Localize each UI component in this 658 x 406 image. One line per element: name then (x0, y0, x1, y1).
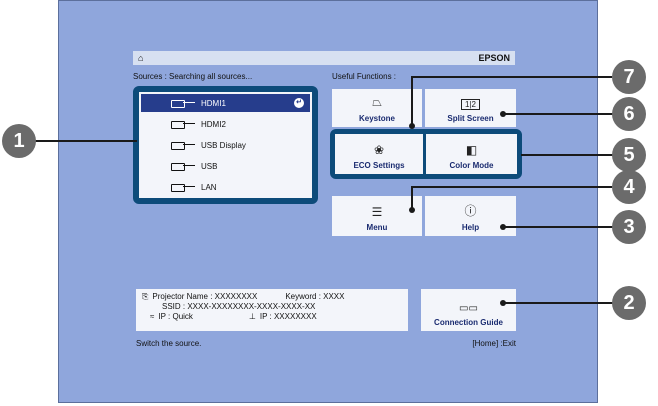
sources-label: Sources : Searching all sources... (133, 72, 253, 81)
menu-button[interactable]: ☰ Menu (332, 196, 422, 236)
eco-leaf-icon: ❀ (373, 143, 385, 157)
enter-icon: ↵ (294, 98, 304, 108)
callout-leader (412, 76, 612, 78)
info-row: ≈ IP : Quick ⊥ IP : XXXXXXXX (142, 312, 402, 322)
usb-port-icon (171, 162, 197, 171)
source-label: USB Display (201, 140, 246, 150)
source-label: HDMI2 (201, 119, 226, 129)
split-screen-button[interactable]: 1|2 Split Screen (425, 89, 516, 127)
exit-hint: [Home] :Exit (472, 339, 516, 348)
menu-icon: ☰ (371, 205, 383, 219)
connection-guide-label: Connection Guide (434, 318, 503, 327)
status-line: Switch the source. [Home] :Exit (136, 339, 516, 348)
wireless-icon: ≈ (150, 312, 155, 321)
source-item-lan[interactable]: LAN (141, 178, 310, 196)
ssid: SSID : XXXX-XXXXXXXX-XXXX-XXXX-XX (162, 302, 316, 311)
callout-1: 1 (2, 124, 36, 158)
keyword: Keyword : XXXX (285, 292, 345, 301)
source-item-hdmi2[interactable]: HDMI2 (141, 115, 310, 133)
useful-functions-label: Useful Functions : (332, 72, 397, 81)
hdmi-port-icon (171, 120, 197, 129)
callout-6: 6 (612, 97, 646, 131)
callout-7: 7 (612, 60, 646, 94)
callout-leader (521, 154, 613, 156)
callout-leader (503, 226, 613, 228)
wired-ip: IP : XXXXXXXX (259, 312, 317, 321)
source-item-usb-display[interactable]: USB Display (141, 136, 310, 154)
callout-3: 3 (612, 210, 646, 244)
keystone-label: Keystone (358, 114, 395, 123)
brand-logo: EPSON (478, 53, 510, 63)
callout-leader (411, 76, 413, 126)
leader-dot (500, 300, 506, 306)
keystone-icon: ⏢ (372, 95, 382, 109)
source-item-usb[interactable]: USB (141, 157, 310, 175)
leader-dot (409, 207, 415, 213)
hdmi-port-icon (171, 99, 197, 108)
leader-dot (500, 111, 506, 117)
help-label: Help (461, 223, 480, 232)
eco-settings-label: ECO Settings (353, 161, 405, 170)
projector-name: Projector Name : XXXXXXXX (152, 292, 258, 301)
callout-4: 4 (612, 170, 646, 204)
home-icon[interactable]: ⌂ (138, 53, 143, 63)
callout-2: 2 (612, 286, 646, 320)
source-label: HDMI1 (201, 98, 226, 108)
source-list-panel: HDMI1 ↵ HDMI2 USB Display USB LAN (133, 86, 318, 204)
split-screen-label: Split Screen (447, 114, 494, 123)
help-icon: ⓘ (464, 204, 477, 218)
color-mode-button[interactable]: ◧ Color Mode (426, 134, 517, 174)
info-row: ⎘ Projector Name : XXXXXXXX Keyword : XX… (142, 292, 402, 302)
source-list: HDMI1 ↵ HDMI2 USB Display USB LAN (139, 92, 312, 198)
eco-settings-button[interactable]: ❀ ECO Settings (335, 134, 423, 174)
source-label: LAN (201, 182, 217, 192)
callout-5: 5 (612, 138, 646, 172)
callout-leader (412, 186, 612, 188)
lan-icon (171, 183, 197, 192)
split-screen-icon: 1|2 (461, 99, 480, 110)
color-mode-label: Color Mode (449, 161, 494, 170)
menu-label: Menu (366, 223, 388, 232)
leader-dot (500, 224, 506, 230)
callout-leader (34, 140, 137, 142)
status-hint: Switch the source. (136, 339, 202, 348)
source-item-hdmi1[interactable]: HDMI1 ↵ (141, 94, 310, 112)
help-button[interactable]: ⓘ Help (425, 196, 516, 236)
wireless-ip: IP : Quick (158, 312, 193, 321)
color-mode-icon: ◧ (465, 143, 478, 157)
connection-guide-icon: ▭▭ (459, 303, 478, 314)
leader-dot (409, 123, 415, 129)
keystone-button[interactable]: ⏢ Keystone (332, 89, 422, 127)
wired-icon: ⊥ (248, 312, 256, 321)
network-info-panel: ⎘ Projector Name : XXXXXXXX Keyword : XX… (136, 289, 408, 331)
callout-leader (503, 302, 613, 304)
manual-figure: ⌂ EPSON Sources : Searching all sources.… (0, 0, 658, 406)
top-bar: ⌂ EPSON (133, 51, 515, 65)
callout-leader (503, 113, 613, 115)
source-label: USB (201, 161, 218, 171)
lan-icon: ⎘ (142, 292, 149, 301)
connection-guide-button[interactable]: ▭▭ Connection Guide (421, 289, 516, 331)
info-row: SSID : XXXX-XXXXXXXX-XXXX-XXXX-XX (142, 302, 402, 312)
usb-port-icon (171, 141, 197, 150)
